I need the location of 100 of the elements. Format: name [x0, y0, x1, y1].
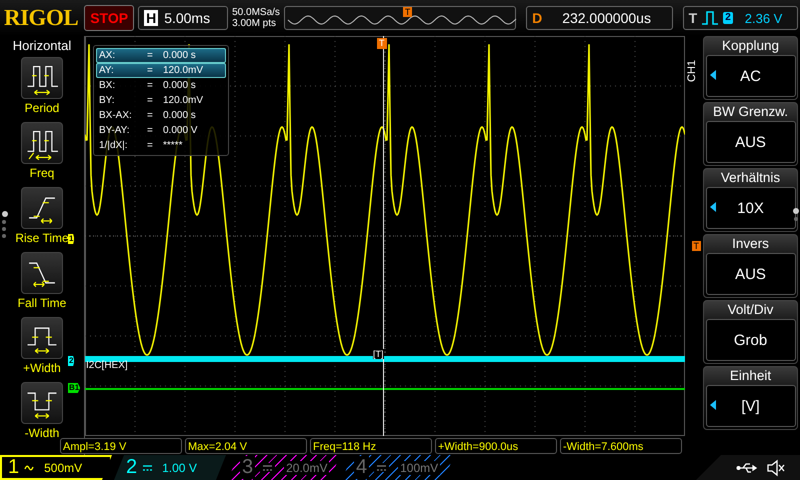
equals-sign: = [147, 109, 154, 122]
channel-scale: 20.0mV [284, 460, 330, 474]
equals-sign: = [147, 139, 154, 152]
measure-label: +Width [23, 361, 61, 375]
channel-number: 2 [126, 456, 138, 479]
menu-value: Grob [734, 332, 768, 348]
channel-tab[interactable]: 1 500mV [0, 455, 112, 480]
readout-value: 0.000 s [163, 109, 197, 122]
readout-value: 120.0mV [163, 94, 204, 107]
selected-row[interactable]: AY: = 120.0mV [96, 63, 226, 78]
channel-marker[interactable]: 1 [68, 234, 74, 244]
channel-number: 4 [354, 456, 370, 479]
delay-value: 232.000000us [562, 10, 651, 26]
measure-button[interactable] [21, 187, 63, 229]
timebase-label: H [144, 10, 158, 26]
menu-item[interactable]: Kopplung AC [703, 36, 798, 100]
cursor-marker: [T] [373, 349, 384, 359]
channel-marker[interactable]: B1 [68, 383, 80, 393]
run-stop-button[interactable]: STOP [84, 5, 134, 31]
measure-label: -Width [24, 426, 60, 440]
readout-value: ***** [163, 139, 184, 152]
channel-scale: 1.00 V [162, 460, 197, 474]
dc-coupling-icon [260, 463, 276, 472]
menu-item-title: Kopplung [722, 37, 780, 55]
menu-item[interactable]: BW Grenzw. AUS [703, 102, 798, 166]
equals-sign: = [147, 94, 154, 107]
measure-label: Freq [30, 166, 54, 180]
menu-value: 10X [737, 200, 764, 216]
equals-sign: = [147, 124, 154, 137]
measurement-readout: Max=2.04 V [185, 438, 307, 454]
equals-sign: = [147, 64, 154, 77]
measurement-readout: +Width=900.0us [435, 438, 557, 454]
measure-button[interactable] [21, 317, 63, 359]
delay-label: D [532, 10, 542, 26]
speaker-muted-icon [766, 458, 786, 476]
ac-coupling-icon [24, 463, 36, 472]
timebase-display[interactable]: H 5.00ms [138, 6, 228, 30]
menu-value: [V] [741, 398, 760, 414]
measure-label: Period [24, 101, 60, 115]
readout-label: AY: [99, 64, 115, 77]
channel-scale: 100mV [398, 460, 440, 474]
channel-label: CH1 [686, 58, 699, 82]
channel-tab[interactable]: 3 20.0mV [228, 455, 340, 480]
timebase-value: 5.00ms [164, 10, 212, 26]
measurement-readout: Freq=118 Hz [310, 438, 432, 454]
usb-icon [736, 462, 760, 474]
channel-scale: 500mV [44, 460, 82, 474]
readout-label: BX-AX: [99, 109, 133, 122]
equals-sign: = [147, 79, 154, 92]
dc-coupling-icon [374, 463, 390, 472]
measure-button[interactable] [21, 382, 63, 424]
channel-tab[interactable]: 4 100mV [342, 455, 454, 480]
readout-label: AX: [99, 49, 116, 62]
channel-tab[interactable]: 2 1.00 V [114, 455, 226, 480]
readout-label: BX: [99, 79, 116, 92]
measure-button[interactable] [21, 57, 63, 99]
selected-row[interactable]: AX: = 0.000 s [96, 48, 226, 63]
memory-depth: 3.00M pts [232, 18, 278, 29]
decode-label: I2C[HEX] [86, 360, 128, 371]
sample-rate: 50.0MSa/s [232, 7, 280, 18]
measure-button[interactable] [21, 252, 63, 294]
menu-item[interactable]: Verhältnis 10X [703, 168, 798, 232]
delay-display[interactable]: D 232.000000us [526, 6, 673, 30]
menu-item[interactable]: Einheit [V] [703, 366, 798, 430]
readout-value: 0.000 s [163, 79, 197, 92]
trigger-source-badge: 2 [723, 12, 733, 24]
trigger-level: 2.36 V [744, 10, 782, 26]
trigger-position-marker: T [402, 7, 412, 17]
channel-marker[interactable]: 2 [68, 356, 74, 366]
trigger-level-marker: T [692, 241, 701, 251]
menu-item-title: Einheit [730, 367, 772, 385]
trigger-label: T [688, 10, 698, 26]
readout-value: 0.000 V [163, 124, 198, 137]
menu-value: AC [740, 68, 761, 84]
measure-label: Fall Time [18, 296, 66, 310]
trigger-display[interactable]: T 2 2.36 V [682, 6, 798, 30]
menu-item[interactable]: Volt/Div Grob [703, 300, 798, 364]
readout-value: 0.000 s [163, 49, 197, 62]
dc-coupling-icon [142, 463, 154, 472]
measure-button[interactable] [21, 122, 63, 164]
menu-value: AUS [735, 134, 766, 150]
trigger-position-marker: T [377, 38, 386, 49]
measurement-readout: -Width=7.600ms [560, 438, 682, 454]
equals-sign: = [147, 49, 154, 62]
readout-label: BY-AY: [99, 124, 131, 137]
menu-item-title: Invers [732, 235, 769, 253]
readout-label: 1/|dX|: [99, 139, 129, 152]
readout-label: BY: [99, 94, 116, 107]
menu-item-title: Volt/Div [728, 301, 774, 319]
measurement-readout: Ampl=3.19 V [60, 438, 182, 454]
channel-number: 3 [240, 456, 256, 479]
brand-logo: RIGOL [3, 5, 80, 31]
measure-label: Rise Time [15, 231, 69, 245]
menu-item-title: Verhältnis [720, 169, 780, 187]
menu-item[interactable]: Invers AUS [703, 234, 798, 298]
readout-value: 120.0mV [163, 64, 204, 77]
sidebar-title: Horizontal [12, 37, 72, 55]
menu-item-title: BW Grenzw. [712, 103, 788, 121]
channel-number: 1 [8, 456, 20, 479]
sine-wave-icon [286, 15, 517, 25]
